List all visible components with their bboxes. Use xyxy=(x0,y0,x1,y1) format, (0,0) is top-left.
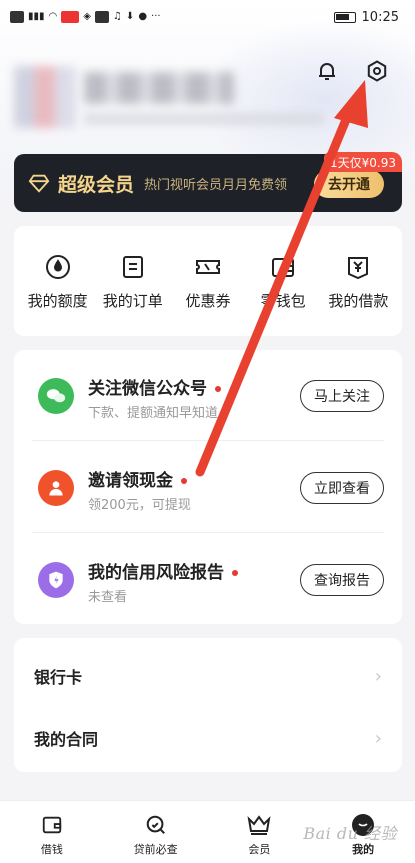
more-status-icon: ··· xyxy=(151,11,161,22)
search-nav-icon xyxy=(144,813,168,837)
quick-label: 我的借款 xyxy=(328,292,389,310)
status-icons: ▮▮▮ ◠ ◈ ♫ ⬇ ● ··· xyxy=(10,11,161,23)
task-wechat[interactable]: 关注微信公众号 下款、提额通知早知道 马上关注 xyxy=(14,350,402,440)
quick-actions-card: 我的额度 我的订单 优惠券 零钱包 我的借款 xyxy=(14,226,402,336)
status-bar: ▮▮▮ ◠ ◈ ♫ ⬇ ● ··· 10:25 xyxy=(0,0,415,34)
nav-label: 借钱 xyxy=(40,843,63,856)
hd-signal-icon xyxy=(10,11,24,23)
task-credit-report[interactable]: 我的信用风险报告 未查看 查询报告 xyxy=(14,534,402,624)
quick-item-quota[interactable]: 我的额度 xyxy=(21,226,95,336)
quick-label: 我的订单 xyxy=(102,292,163,310)
wallet-nav-icon xyxy=(40,813,64,837)
quick-item-coupons[interactable]: 优惠券 xyxy=(171,226,245,336)
nav-label: 贷前必查 xyxy=(133,843,178,856)
message-status-icon: ● xyxy=(138,11,148,22)
coupon-icon xyxy=(195,260,220,274)
vip-description: 热门视听会员月月免费领 xyxy=(144,177,288,193)
task-invite[interactable]: 邀请领现金 领200元，可提现 立即查看 xyxy=(14,442,402,532)
music-status-icon: ♫ xyxy=(112,11,122,22)
shield-status-icon: ◈ xyxy=(83,11,91,22)
avatar[interactable] xyxy=(14,66,76,128)
watermark: Bai du 经验 xyxy=(303,824,397,843)
divider xyxy=(32,440,384,441)
nav-precheck[interactable]: 贷前必查 xyxy=(116,801,196,863)
wallet-icon xyxy=(272,258,295,277)
quota-drop-icon xyxy=(45,255,70,279)
nav-borrow[interactable]: 借钱 xyxy=(12,801,92,863)
quick-item-wallet[interactable]: 零钱包 xyxy=(246,226,320,336)
divider xyxy=(32,532,384,533)
wifi-icon: ◠ xyxy=(48,11,58,22)
download-status-icon: ⬇ xyxy=(125,11,135,22)
unread-dot xyxy=(215,386,221,392)
links-card: 银行卡 › 我的合同 › xyxy=(14,638,402,772)
unread-dot xyxy=(181,478,187,484)
quick-item-loans[interactable]: 我的借款 xyxy=(321,226,395,336)
cell-signal-icon: ▮▮▮ xyxy=(28,11,45,22)
contracts-row[interactable]: 我的合同 › xyxy=(14,706,402,770)
tasks-card: 关注微信公众号 下款、提额通知早知道 马上关注 邀请领现金 领200元，可提现 … xyxy=(14,350,402,624)
chevron-right-icon: › xyxy=(374,727,382,749)
follow-button[interactable]: 马上关注 xyxy=(300,380,384,412)
link-label: 我的合同 xyxy=(34,730,99,749)
vip-activate-button[interactable]: 去开通 xyxy=(314,170,384,198)
nav-member[interactable]: 会员 xyxy=(219,801,299,863)
crown-nav-icon xyxy=(247,813,271,837)
quick-item-orders[interactable]: 我的订单 xyxy=(96,226,170,336)
task-subtitle: 下款、提额通知早知道 xyxy=(88,406,219,421)
nav-label: 会员 xyxy=(248,843,271,856)
app-notification-icon xyxy=(61,11,80,23)
quick-label: 我的额度 xyxy=(27,292,88,310)
invite-user-icon xyxy=(38,470,74,506)
chevron-right-icon: › xyxy=(374,665,382,687)
vip-banner[interactable]: 超级会员 热门视听会员月月免费领 去开通 1天仅¥0.93 xyxy=(14,152,402,212)
quick-label: 零钱包 xyxy=(260,292,306,310)
vip-price-tag: 1天仅¥0.93 xyxy=(324,152,402,172)
task-subtitle: 未查看 xyxy=(88,590,128,605)
unread-dot xyxy=(232,570,238,576)
app-status-icon xyxy=(94,11,109,23)
task-title: 关注微信公众号 xyxy=(88,374,221,399)
order-doc-icon xyxy=(122,256,143,278)
quick-label: 优惠券 xyxy=(185,292,231,310)
settings-gear-icon[interactable] xyxy=(362,56,392,86)
battery-icon xyxy=(333,11,356,23)
loan-yen-icon xyxy=(348,257,369,280)
diamond-icon xyxy=(28,174,50,193)
task-title: 邀请领现金 xyxy=(88,466,187,491)
task-title: 我的信用风险报告 xyxy=(88,558,238,583)
query-report-button[interactable]: 查询报告 xyxy=(300,564,384,596)
user-subtitle-redacted xyxy=(84,112,324,126)
vip-title: 超级会员 xyxy=(58,173,135,196)
link-label: 银行卡 xyxy=(34,668,83,687)
user-name-redacted xyxy=(84,72,234,104)
shield-report-icon xyxy=(38,562,74,598)
wechat-icon xyxy=(38,378,74,414)
view-now-button[interactable]: 立即查看 xyxy=(300,472,384,504)
task-subtitle: 领200元，可提现 xyxy=(88,498,191,513)
status-time: 10:25 xyxy=(361,9,399,25)
bank-card-row[interactable]: 银行卡 › xyxy=(14,644,402,708)
bell-icon[interactable] xyxy=(312,56,342,86)
profile-header xyxy=(0,50,415,140)
